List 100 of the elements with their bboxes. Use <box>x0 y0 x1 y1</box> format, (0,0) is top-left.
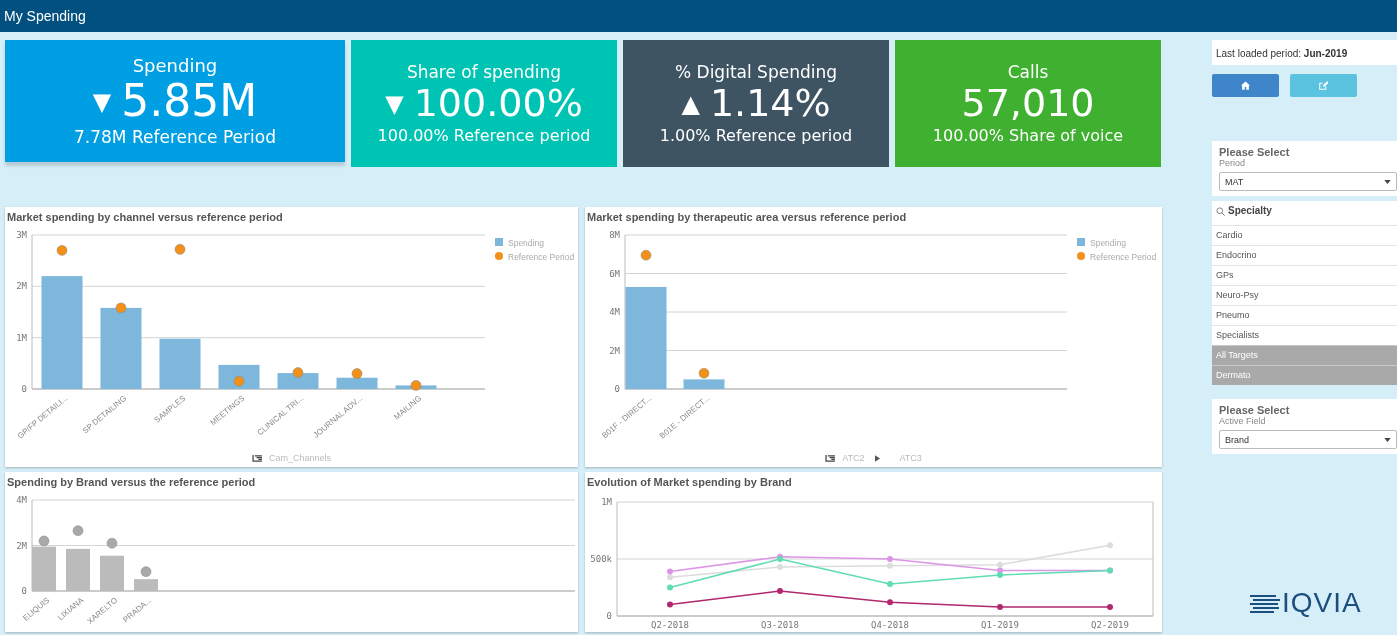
kpi-label: Spending <box>132 55 218 77</box>
reference-dot <box>233 375 245 387</box>
category-label: Q2-2018 <box>651 620 689 630</box>
point <box>997 571 1003 578</box>
last-loaded-text: Last loaded period: Jun-2019 <box>1216 48 1348 59</box>
chart-title: Market spending by channel versus reference period <box>6 210 283 225</box>
kpi-value: 57,010 <box>961 84 1095 124</box>
kpi-value: 5.85M <box>121 78 258 125</box>
axis-tick-label: 6M <box>609 268 620 279</box>
legend-label: Reference Period <box>508 252 575 262</box>
kpi-value: 1.14% <box>709 84 831 124</box>
axis-tick-label: 2M <box>16 281 27 292</box>
list-item[interactable]: GPs <box>1212 265 1397 285</box>
reference-dot <box>56 244 68 256</box>
point <box>777 563 783 570</box>
chart-title: Market spending by therapeutic area versus reference period <box>586 210 907 225</box>
drill-down-icon <box>825 454 837 462</box>
caret-icon <box>1384 179 1391 184</box>
axis-tick-label: 2M <box>16 540 27 551</box>
point <box>667 601 673 608</box>
play-icon <box>874 454 880 462</box>
point <box>667 568 673 575</box>
axis-tick-label: 4M <box>16 495 27 505</box>
home-icon <box>1241 81 1250 90</box>
legend-swatch-icon <box>495 238 503 246</box>
logo-icon <box>1250 593 1280 613</box>
axis-tick-label: 0 <box>21 384 27 394</box>
point <box>1107 603 1113 610</box>
axis-tick-label: 500k <box>590 554 612 564</box>
chart-title: Spending by Brand versus the reference period <box>6 475 256 490</box>
legend-dot-icon <box>495 252 503 260</box>
axis-tick-label: 1M <box>601 497 612 507</box>
edit-icon <box>1319 81 1328 90</box>
legend-dot-icon <box>1077 252 1085 260</box>
axis-tick-label: 0 <box>606 611 612 621</box>
category-label: Q3-2018 <box>761 620 799 630</box>
category-label: Q2-2019 <box>1091 620 1129 630</box>
point <box>997 561 1003 568</box>
home-button[interactable] <box>1212 74 1279 97</box>
axis-tick-label: 3M <box>16 230 27 240</box>
point <box>887 562 893 569</box>
kpi-reference: 100.00% Share of voice <box>932 125 1124 145</box>
list-item[interactable]: Endocrino <box>1212 245 1397 265</box>
category-label: Q4-2018 <box>871 620 909 630</box>
kpi-label: % Digital Spending <box>675 62 837 83</box>
reference-dot <box>72 525 84 537</box>
axis-tick-label: 8M <box>609 230 620 240</box>
kpi-value: 100.00% <box>413 84 583 124</box>
filter-heading: Please Select <box>1219 146 1291 158</box>
kpi-reference: 1.00% Reference period <box>659 125 853 145</box>
point <box>777 587 783 594</box>
caret-icon <box>1384 437 1391 442</box>
chart-title: Evolution of Market spending by Brand <box>586 475 792 490</box>
reference-dot <box>38 535 50 547</box>
reference-dot <box>106 537 118 549</box>
point <box>887 556 893 562</box>
logo-text: IQVIA <box>1282 589 1362 617</box>
axis-tick-label: 1M <box>16 332 27 343</box>
category-label: Q1-2019 <box>981 620 1019 630</box>
list-item[interactable]: Cardio <box>1212 225 1397 245</box>
reference-dot <box>140 566 152 578</box>
point <box>997 603 1003 610</box>
kpi-reference: 7.78M Reference Period <box>74 126 276 147</box>
point <box>887 581 893 588</box>
trend-arrow: ▼ <box>385 92 404 116</box>
point <box>667 574 673 581</box>
point <box>1107 542 1113 549</box>
listbox-title: Specialty <box>1228 205 1272 216</box>
app-title: My Spending <box>3 8 86 24</box>
reference-dot <box>115 302 127 314</box>
bar <box>66 548 90 591</box>
bar <box>100 555 124 591</box>
reference-dot <box>640 249 652 261</box>
search-icon <box>1216 207 1225 216</box>
axis-tick-label: 0 <box>21 586 27 596</box>
axis-tick-label: 4M <box>609 307 620 317</box>
legend-label: Reference Period <box>1090 252 1157 262</box>
bar <box>336 377 378 389</box>
filter-heading: Please Select <box>1219 404 1291 416</box>
point <box>667 584 673 591</box>
bar <box>683 379 725 389</box>
reference-dot <box>410 379 422 391</box>
period-dropdown[interactable]: MAT <box>1219 172 1397 191</box>
kpi-label: Calls <box>1007 62 1049 83</box>
legend-swatch-icon <box>1077 238 1085 246</box>
reference-dot <box>351 368 363 380</box>
drill-down-icon <box>251 454 263 462</box>
bar <box>134 579 158 591</box>
list-item[interactable]: Pneumo <box>1212 305 1397 325</box>
kpi-reference: 100.00% Reference period <box>377 125 591 145</box>
trend-arrow: ▲ <box>681 92 700 116</box>
bar <box>277 373 319 389</box>
axis-tick-label: 0 <box>614 384 620 394</box>
reference-dot <box>292 367 304 379</box>
reference-dot <box>174 243 186 255</box>
bar <box>159 338 201 389</box>
list-item[interactable]: Neuro-Psy <box>1212 285 1397 305</box>
field-dropdown[interactable]: Brand <box>1219 430 1397 449</box>
point <box>887 599 893 606</box>
filter-label: Active Field <box>1219 416 1267 426</box>
